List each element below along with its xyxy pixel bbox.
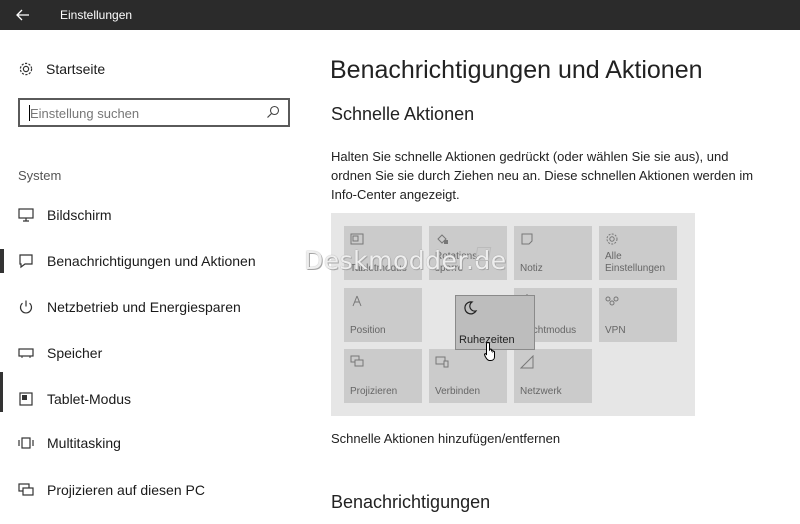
moon-icon [464,301,478,315]
gear-icon [606,233,618,245]
page-title: Benachrichtigungen und Aktionen [330,56,703,84]
tablet-mode-icon [350,233,364,245]
quick-action-tile[interactable]: VPN [599,288,677,342]
tile-label: Projizieren [350,386,398,397]
tile-label: Notiz [520,263,543,274]
monitor-icon [18,207,34,223]
sidebar-item-netzbetrieb[interactable]: Netzbetrieb und Energiesparen [0,291,300,323]
sidebar-item-bildschirm[interactable]: Bildschirm [0,199,300,231]
vpn-icon [605,296,619,306]
gear-icon [19,62,33,76]
notification-icon [18,253,34,269]
sidebar-item-label: Projizieren auf diesen PC [47,482,205,498]
tile-label: Position [350,325,386,336]
title-bar: Einstellungen [0,0,800,30]
tile-label: Netzwerk [520,386,562,397]
multitasking-icon [18,435,34,451]
nav-home[interactable]: Startseite [18,61,105,77]
tile-label: Alle Einstellungen [605,251,666,274]
project-icon [350,355,364,367]
sidebar-item-multitasking[interactable]: Multitasking [0,427,300,459]
section-title-quick-actions: Schnelle Aktionen [331,104,475,124]
quick-action-tile[interactable]: Position [344,288,422,342]
network-icon [520,355,534,369]
section-label-system: System [18,168,62,183]
sidebar-item-benachrichtigungen[interactable]: Benachrichtigungen und Aktionen [0,245,300,277]
storage-icon [18,345,34,361]
power-icon [18,299,34,315]
tile-label: VPN [605,325,626,336]
section-title-notifications: Benachrichtigungen [331,492,491,512]
connect-icon [435,356,449,368]
nav-home-label: Startseite [46,61,106,77]
sidebar-item-label: Netzbetrieb und Energiesparen [47,299,241,315]
sidebar-item-label: Tablet-Modus [47,391,132,407]
sidebar-item-tablet-modus[interactable]: Tablet-Modus [0,383,300,415]
location-icon [352,295,362,307]
hand-cursor-icon [483,341,495,361]
note-icon [521,233,533,245]
sidebar-item-label: Multitasking [47,435,121,451]
project-icon [18,482,34,498]
sidebar-item-label: Speicher [47,345,103,361]
search-placeholder: Einstellung suchen [30,106,140,121]
add-remove-quick-actions-link[interactable]: Schnelle Aktionen hinzufügen/entfernen [331,431,560,446]
quick-action-tile[interactable]: Netzwerk [514,349,592,403]
search-icon[interactable] [266,105,280,119]
search-input[interactable]: Einstellung suchen [18,98,290,127]
sidebar-item-projizieren[interactable]: Projizieren auf diesen PC [0,474,300,506]
tile-label: Verbinden [435,386,481,397]
sidebar-item-speicher[interactable]: Speicher [0,337,300,369]
window-title: Einstellungen [60,8,133,22]
tablet-icon [18,391,34,407]
window-edge [0,372,3,412]
back-button[interactable] [0,0,46,30]
rotation-lock-icon [437,234,448,244]
quick-action-tile[interactable]: Alle Einstellungen [599,226,677,280]
back-arrow-icon [16,9,29,21]
quick-action-tile[interactable]: Notiz [514,226,592,280]
watermark-mark [474,247,492,261]
quick-action-tile[interactable]: Projizieren [344,349,422,403]
quick-actions-description: Halten Sie schnelle Aktionen gedrückt (o… [331,149,754,202]
sidebar-item-label: Bildschirm [47,207,112,223]
sidebar-item-label: Benachrichtigungen und Aktionen [47,253,256,269]
